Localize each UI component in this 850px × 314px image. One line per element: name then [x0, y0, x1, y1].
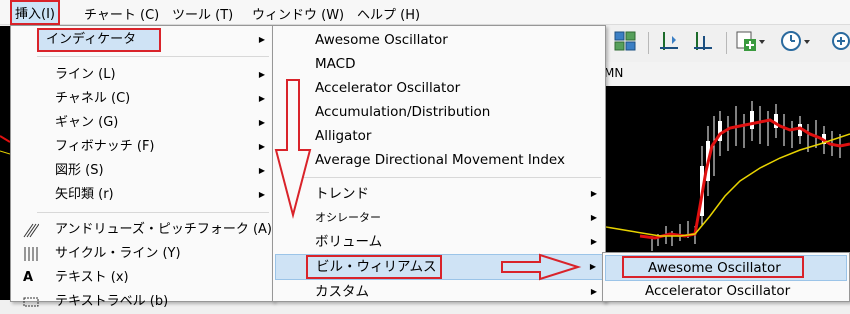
text-icon: A — [23, 270, 34, 285]
tile-windows-icon[interactable] — [614, 30, 636, 58]
submenu-arrow-icon: ▶ — [590, 213, 597, 222]
menu-item-label: テキスト (x) — [55, 270, 129, 285]
submenu-arrow-icon: ▶ — [258, 35, 265, 44]
menu-item-label: ライン (L) — [55, 67, 116, 82]
submenu-arrow-icon: ▶ — [258, 118, 265, 127]
menu-item-label: Average Directional Movement Index — [315, 152, 565, 168]
menu-bar: 挿入(I) チャート (C) ツール (T) ウィンドウ (W) ヘルプ (H) — [0, 0, 850, 25]
menu-item-label: フィボナッチ (F) — [55, 139, 155, 154]
menu-item-label: Accelerator Oscillator — [315, 80, 461, 96]
menu-item-label: Accelerator Oscillator — [645, 283, 791, 299]
bw-accelerator-oscillator[interactable]: Accelerator Oscillator — [603, 279, 849, 303]
menu-tools[interactable]: ツール (T) — [172, 4, 233, 23]
submenu-arrow-icon: ▶ — [589, 262, 596, 271]
menu-item-andrews-pitchfork[interactable]: アンドリューズ・ピッチフォーク (A) — [11, 218, 273, 242]
menu-item-label: ギャン (G) — [55, 115, 119, 130]
insert-menu: インディケータ ▶ ライン (L) ▶ チャネル (C) ▶ ギャン (G) ▶… — [10, 25, 274, 309]
menu-item-lines[interactable]: ライン (L) ▶ — [11, 63, 273, 87]
indicator-category-bill-williams[interactable]: ビル・ウィリアムス ▶ — [275, 254, 603, 280]
tab-mn[interactable]: MN — [604, 66, 623, 80]
menu-item-gann[interactable]: ギャン (G) ▶ — [11, 111, 273, 135]
menu-chart[interactable]: チャート (C) — [84, 4, 159, 23]
menu-item-arrows[interactable]: 矢印類 (r) ▶ — [11, 183, 273, 207]
menu-item-label: Awesome Oscillator — [648, 260, 781, 276]
text-label-icon — [23, 290, 39, 314]
submenu-arrow-icon: ▶ — [258, 166, 265, 175]
submenu-arrow-icon: ▶ — [258, 70, 265, 79]
menu-item-label: アンドリューズ・ピッチフォーク (A) — [55, 222, 272, 237]
menu-item-shapes[interactable]: 図形 (S) ▶ — [11, 159, 273, 183]
menu-item-label: Alligator — [315, 128, 372, 144]
bw-awesome-oscillator[interactable]: Awesome Oscillator — [605, 255, 847, 281]
menu-item-label: サイクル・ライン (Y) — [55, 246, 181, 261]
menu-item-label: 図形 (S) — [55, 163, 104, 178]
menu-item-label: Awesome Oscillator — [315, 32, 448, 48]
submenu-arrow-icon: ▶ — [258, 142, 265, 151]
submenu-arrow-icon: ▶ — [258, 190, 265, 199]
pitchfork-icon — [23, 218, 40, 242]
cycle-lines-icon — [23, 242, 39, 266]
menu-item-label: チャネル (C) — [55, 91, 131, 106]
yellow-moving-average — [600, 133, 850, 237]
menu-item-label: Accumulation/Distribution — [315, 104, 491, 120]
menu-item-cycle-lines[interactable]: サイクル・ライン (Y) — [11, 242, 273, 266]
indicator-awesome-oscillator[interactable]: Awesome Oscillator — [273, 28, 605, 52]
menu-item-label: MACD — [315, 56, 356, 72]
background-chart-edge — [0, 26, 11, 300]
red-moving-average — [639, 118, 850, 240]
indicator-macd[interactable]: MACD — [273, 52, 605, 76]
menu-item-label: インディケータ — [46, 32, 137, 47]
menu-item-text[interactable]: A テキスト (x) — [11, 266, 273, 290]
indicator-accumulation-distribution[interactable]: Accumulation/Distribution — [273, 100, 605, 124]
menu-item-label: オシレーター — [315, 211, 381, 224]
submenu-arrow-icon: ▶ — [590, 287, 597, 296]
indicators-submenu: Awesome Oscillator MACD Accelerator Osci… — [272, 25, 606, 302]
menu-separator — [37, 56, 269, 57]
menu-item-fibonacci[interactable]: フィボナッチ (F) ▶ — [11, 135, 273, 159]
submenu-arrow-icon: ▶ — [590, 189, 597, 198]
toolbar — [600, 26, 850, 64]
indicator-alligator[interactable]: Alligator — [273, 124, 605, 148]
menu-item-text-label[interactable]: テキストラベル (b) — [11, 290, 273, 314]
submenu-arrow-icon: ▶ — [590, 237, 597, 246]
indicator-category-custom[interactable]: カスタム ▶ — [273, 280, 605, 304]
menu-item-label: ビル・ウィリアムス — [316, 259, 437, 275]
timeframe-tabs: MN — [600, 62, 850, 87]
toolbar-separator — [648, 32, 649, 54]
clock-periods-icon[interactable] — [780, 30, 812, 58]
vertical-line-icon[interactable] — [658, 30, 680, 58]
menu-item-label: カスタム — [315, 284, 369, 300]
period-separator-icon[interactable] — [692, 30, 714, 58]
menu-window[interactable]: ウィンドウ (W) — [252, 4, 344, 23]
submenu-arrow-icon: ▶ — [258, 94, 265, 103]
menu-item-label: トレンド — [315, 186, 369, 202]
add-indicator-icon[interactable] — [736, 30, 766, 58]
bill-williams-submenu: Awesome Oscillator Accelerator Oscillato… — [602, 252, 850, 302]
indicator-adx[interactable]: Average Directional Movement Index — [273, 148, 605, 172]
indicator-category-trend[interactable]: トレンド ▶ — [273, 182, 605, 206]
menu-item-label: ボリューム — [315, 234, 383, 250]
zoom-icon[interactable] — [830, 30, 850, 58]
menu-separator — [37, 212, 269, 213]
indicator-accelerator-oscillator[interactable]: Accelerator Oscillator — [273, 76, 605, 100]
menu-item-indicators[interactable]: インディケータ — [37, 28, 161, 52]
indicator-category-volumes[interactable]: ボリューム ▶ — [273, 230, 605, 254]
menu-item-label: 矢印類 (r) — [55, 187, 114, 202]
menu-item-channels[interactable]: チャネル (C) ▶ — [11, 87, 273, 111]
menu-separator — [303, 177, 601, 178]
menu-item-label: テキストラベル (b) — [55, 294, 169, 309]
indicator-category-oscillators[interactable]: オシレーター ▶ — [273, 206, 605, 230]
menu-insert[interactable]: 挿入(I) — [10, 0, 60, 25]
menu-help[interactable]: ヘルプ (H) — [357, 4, 420, 23]
toolbar-separator — [726, 32, 727, 54]
